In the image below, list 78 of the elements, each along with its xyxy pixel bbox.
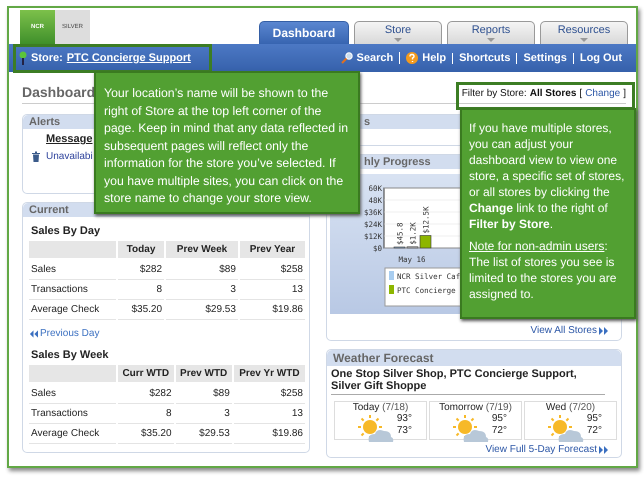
high-temperature: 93° [396, 413, 412, 425]
section-title: Sales By Week [31, 348, 110, 360]
table-cell: 8 [118, 404, 174, 424]
view-all-stores-link[interactable]: View All Stores [530, 325, 609, 336]
tab[interactable]: Reports [447, 21, 535, 44]
weather-location: One Stop Silver Shop, PTC Concierge Support, Silver Gift Shoppe [331, 368, 605, 395]
table-cell: 3 [166, 280, 238, 300]
table-cell: $35.20 [118, 424, 174, 444]
nav-link[interactable]: Shortcuts [452, 52, 516, 64]
table-cell: Transactions [29, 280, 116, 300]
high-temperature: 95° [492, 413, 507, 425]
sun-cloud-icon [450, 414, 490, 444]
sun-cloud-icon [355, 414, 395, 444]
table-cell: $19.86 [240, 300, 305, 320]
sun-cloud-icon [545, 414, 585, 444]
change-link[interactable]: Change [585, 88, 620, 99]
table-header: Prev Yr WTD [234, 364, 305, 384]
table-cell: Transactions [29, 404, 116, 424]
low-temperature: 72° [492, 425, 507, 437]
store-name-link[interactable]: PTC Concierge Support [66, 52, 191, 64]
table-cell: Sales [29, 384, 116, 404]
tab[interactable]: Dashboard [259, 21, 349, 44]
table-cell: $258 [234, 384, 305, 404]
table-cell: $19.86 [234, 424, 305, 444]
bracket: [ [579, 88, 582, 99]
panel-title: Weather Forecast [327, 350, 621, 366]
search-icon [340, 52, 353, 64]
forecast-day: Wed (7/20) [525, 402, 616, 413]
nav-link[interactable]: Settings [516, 52, 573, 64]
trash-icon [31, 151, 41, 162]
legend-swatch [389, 285, 394, 294]
double-arrow-icon [599, 326, 609, 334]
table-header: Prev Year [240, 241, 305, 260]
bracket: ] [623, 88, 626, 99]
table-header: Today [118, 241, 164, 260]
table-cell: $29.53 [176, 424, 232, 444]
double-arrow-icon [599, 446, 609, 454]
forecast-day: Today (7/18) [335, 402, 426, 413]
forecast-day: Tomorrow (7/19) [430, 402, 521, 413]
table-cell: $89 [166, 260, 238, 280]
table-cell: 8 [118, 280, 164, 300]
low-temperature: 72° [586, 425, 602, 437]
high-temperature: 95° [586, 413, 602, 425]
nav-link[interactable]: Log Out [572, 52, 628, 64]
table-cell: $258 [240, 260, 305, 280]
table-cell: $29.53 [166, 300, 238, 320]
tab[interactable]: Resources [540, 21, 628, 44]
store-label: Store: [31, 52, 63, 64]
help-icon [406, 52, 418, 64]
table-header: Prev WTD [176, 364, 232, 384]
table-cell: Average Check [29, 300, 116, 320]
section-title: Sales By Day [31, 225, 102, 237]
legend-swatch [389, 271, 394, 280]
table-header: Curr WTD [118, 364, 174, 384]
alert-link[interactable]: Unavailabi [46, 151, 93, 162]
table-cell: 13 [240, 280, 305, 300]
table-cell: $282 [118, 260, 164, 280]
table-cell: Average Check [29, 424, 116, 444]
forecast-link[interactable]: View Full 5-Day Forecast [485, 444, 609, 455]
previous-day-link[interactable]: Previous Day [29, 328, 100, 339]
filter-label: Filter by Store: [462, 88, 527, 99]
tab[interactable]: Store [354, 21, 442, 44]
table-cell: 3 [176, 404, 232, 424]
filter-value: All Stores [530, 88, 576, 99]
table-cell: $89 [176, 384, 232, 404]
nav-link[interactable]: Search [334, 52, 400, 64]
column-header: Message [46, 133, 94, 145]
table-cell: $282 [118, 384, 174, 404]
table-header: Prev Week [166, 241, 238, 260]
page-title: Dashboard [22, 84, 96, 100]
low-temperature: 73° [396, 425, 412, 437]
double-arrow-icon [29, 330, 38, 338]
table-cell: Sales [29, 260, 116, 280]
pin-icon [19, 51, 27, 65]
table-cell: $35.20 [118, 300, 164, 320]
nav-link[interactable]: Help [399, 52, 452, 64]
callout-text: Note for non-admin users: The list of stores you see is limited to the stores you are assigned to. [469, 238, 618, 302]
table-cell: 13 [234, 404, 305, 424]
